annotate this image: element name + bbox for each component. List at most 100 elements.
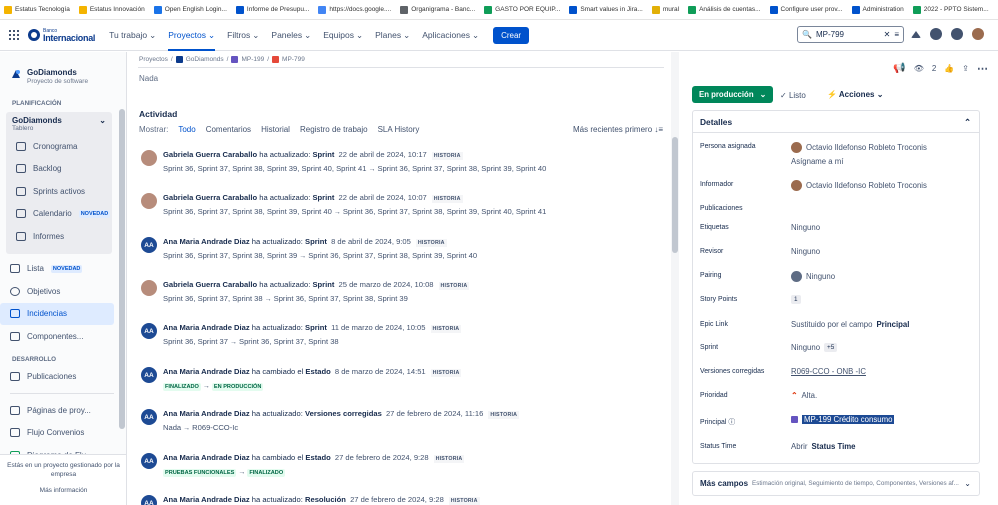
activity-date[interactable]: 27 de febrero de 2024, 9:28 xyxy=(335,453,429,462)
nav-paneles[interactable]: Paneles ⌄ xyxy=(271,20,311,51)
filter-todo[interactable]: Todo xyxy=(173,125,200,134)
activity-date[interactable]: 8 de marzo de 2024, 14:51 xyxy=(335,367,426,376)
sidebar-item-lista[interactable]: Lista NOVEDAD xyxy=(0,258,126,281)
nav-equipos[interactable]: Equipos ⌄ xyxy=(323,20,363,51)
sidebar-item-publicaciones[interactable]: Publicaciones xyxy=(0,366,126,389)
description-value[interactable]: Nada xyxy=(139,74,158,83)
bookmark-item[interactable]: Estatus Innovación xyxy=(78,5,145,14)
bookmark-item[interactable]: Informe de Presupu... xyxy=(235,5,309,14)
bookmark-item[interactable]: mural xyxy=(651,5,679,14)
bookmark-item[interactable]: Administration xyxy=(851,5,904,14)
sprint-value[interactable]: Ninguno +5 xyxy=(791,343,838,352)
pairing-value[interactable]: Ninguno xyxy=(791,271,835,282)
avatar[interactable]: AA xyxy=(141,237,157,253)
activity-user[interactable]: Ana Maria Andrade Diaz xyxy=(163,453,250,462)
breadcrumb-issue[interactable]: MP-799 xyxy=(282,56,305,63)
breadcrumb-project[interactable]: GoDiamonds xyxy=(186,56,224,63)
activity-date[interactable]: 27 de febrero de 2024, 11:16 xyxy=(386,409,483,418)
avatar[interactable] xyxy=(141,150,157,166)
activity-user[interactable]: Ana Maria Andrade Diaz xyxy=(163,409,250,418)
app-switcher-icon[interactable] xyxy=(9,30,19,40)
nav-planes[interactable]: Planes ⌄ xyxy=(375,20,410,51)
share-icon[interactable]: ⇪ xyxy=(962,64,969,73)
avatar[interactable]: AA xyxy=(141,453,157,469)
bookmark-item[interactable]: Análisis de cuentas... xyxy=(688,5,761,14)
main-scroll-track[interactable] xyxy=(671,52,679,505)
story-points-value[interactable]: 1 xyxy=(791,295,801,304)
nav-filtros[interactable]: Filtros ⌄ xyxy=(227,20,259,51)
avatar[interactable]: AA xyxy=(141,323,157,339)
avatar[interactable]: AA xyxy=(141,495,157,505)
sidebar-item-informes[interactable]: Informes xyxy=(12,225,112,248)
avatar[interactable]: AA xyxy=(141,367,157,383)
breadcrumb-proyectos[interactable]: Proyectos xyxy=(139,56,168,63)
clear-search-icon[interactable]: ✕ xyxy=(884,30,891,39)
activity-date[interactable]: 22 de abril de 2024, 10:07 xyxy=(339,193,427,202)
search-input[interactable]: 🔍 MP-799 ✕ ≡ xyxy=(797,26,904,43)
main-scrollbar[interactable] xyxy=(672,137,678,253)
avatar[interactable]: AA xyxy=(141,409,157,425)
bookmark-item[interactable]: https://docs.google.... xyxy=(318,5,391,14)
avatar[interactable] xyxy=(972,28,984,40)
watch-count[interactable]: 2 xyxy=(932,64,936,73)
help-icon[interactable] xyxy=(930,28,942,40)
fix-version-link[interactable]: R069-CCO - ONB -IC xyxy=(791,367,866,376)
sidebar-item-flujo-convenios[interactable]: Flujo Convenios xyxy=(0,422,126,445)
activity-date[interactable]: 22 de abril de 2024, 10:17 xyxy=(339,150,427,159)
activity-date[interactable]: 8 de abril de 2024, 9:05 xyxy=(331,237,411,246)
activity-user[interactable]: Ana Maria Andrade Diaz xyxy=(163,367,250,376)
sort-order-button[interactable]: Más recientes primero ↓≡ xyxy=(573,125,663,134)
bookmark-item[interactable]: Configure user prov... xyxy=(769,5,843,14)
filter-comentarios[interactable]: Comentarios xyxy=(201,125,256,134)
status-time-value[interactable]: Abrir Status Time xyxy=(791,442,856,451)
nav-proyectos[interactable]: Proyectos ⌄ xyxy=(168,20,216,51)
bookmark-item[interactable]: Smart values in Jira... xyxy=(569,5,643,14)
notifications-icon[interactable] xyxy=(911,30,921,38)
activity-user[interactable]: Ana Maria Andrade Diaz xyxy=(163,237,250,246)
bookmark-item[interactable]: Open English Login... xyxy=(153,5,227,14)
more-info-link[interactable]: Más información xyxy=(0,486,126,495)
assign-to-me-link[interactable]: Asígname a mí xyxy=(791,157,843,166)
avatar[interactable] xyxy=(141,193,157,209)
filter-historial[interactable]: Historial xyxy=(256,125,295,134)
sidebar-item-componentes[interactable]: Componentes... xyxy=(0,325,126,348)
actions-button[interactable]: ⚡ Acciones ⌄ xyxy=(827,90,883,99)
filter-icon[interactable]: ≡ xyxy=(894,30,899,39)
reviewer-value[interactable]: Ninguno xyxy=(791,247,820,256)
sidebar-item-paginas[interactable]: Páginas de proy... xyxy=(0,399,126,422)
reporter-value[interactable]: Octavio Ildefonso Robleto Troconis xyxy=(791,180,927,191)
filter-registro[interactable]: Registro de trabajo xyxy=(295,125,373,134)
activity-user[interactable]: Gabriela Guerra Caraballo xyxy=(163,193,257,202)
breadcrumb-parent[interactable]: MP-199 xyxy=(241,56,264,63)
bookmark-item[interactable]: GASTO POR EQUIP... xyxy=(484,5,560,14)
sidebar-item-objetivos[interactable]: Objetivos xyxy=(0,280,126,303)
activity-date[interactable]: 11 de marzo de 2024, 10:05 xyxy=(331,323,425,332)
parent-value[interactable]: MP-199 Crédito consumo xyxy=(791,415,895,424)
more-sprints-badge[interactable]: +5 xyxy=(824,343,838,352)
details-header[interactable]: Detalles ⌃ xyxy=(693,111,979,133)
done-button[interactable]: ✓ Listo xyxy=(780,91,806,100)
sidebar-item-sprints[interactable]: Sprints activos xyxy=(12,180,112,203)
sidebar-item-cronograma[interactable]: Cronograma xyxy=(12,135,112,158)
filter-sla-history[interactable]: SLA History xyxy=(373,125,425,134)
activity-user[interactable]: Gabriela Guerra Caraballo xyxy=(163,280,257,289)
sidebar-scrollbar[interactable] xyxy=(119,109,125,429)
sidebar-item-calendario[interactable]: Calendario NOVEDAD xyxy=(12,203,112,226)
nav-tu-trabajo[interactable]: Tu trabajo ⌄ xyxy=(109,20,156,51)
sidebar-item-incidencias[interactable]: Incidencias xyxy=(0,302,114,325)
bookmark-item[interactable]: Estatus Tecnología xyxy=(4,5,70,14)
more-fields-section[interactable]: Más campos Estimación original, Seguimien… xyxy=(692,471,980,496)
settings-icon[interactable] xyxy=(951,28,963,40)
activity-user[interactable]: Ana Maria Andrade Diaz xyxy=(163,323,250,332)
more-options-icon[interactable]: ⋯ xyxy=(977,62,988,75)
activity-user[interactable]: Ana Maria Andrade Diaz xyxy=(163,495,250,504)
epic-link-value[interactable]: Sustituido por el campo Principal xyxy=(791,320,909,329)
activity-date[interactable]: 27 de febrero de 2024, 9:28 xyxy=(350,495,444,504)
board-title[interactable]: GoDiamonds ⌄ xyxy=(12,116,112,125)
bookmark-item[interactable]: 2022 - PPTO Sistem... xyxy=(912,5,989,14)
priority-value[interactable]: ⌃ Alta. xyxy=(791,391,817,400)
like-icon[interactable]: 👍 xyxy=(944,64,954,73)
assignee-value[interactable]: Octavio Ildefonso Robleto Troconis xyxy=(791,142,927,153)
status-button[interactable]: En producción ⌄ xyxy=(692,86,774,103)
labels-value[interactable]: Ninguno xyxy=(791,223,820,232)
